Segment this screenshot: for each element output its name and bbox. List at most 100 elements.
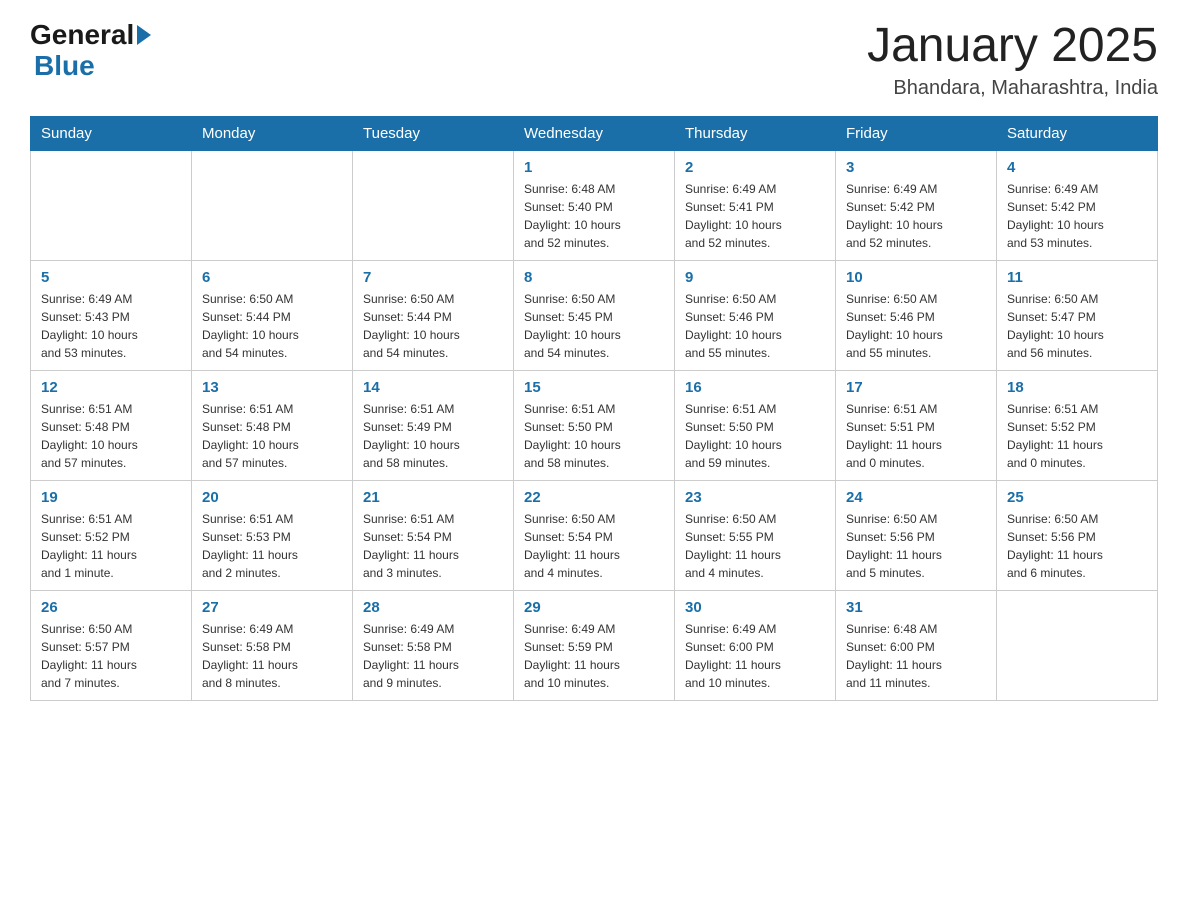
day-info: Sunrise: 6:51 AM Sunset: 5:53 PM Dayligh… (202, 510, 342, 582)
calendar-cell: 3 Sunrise: 6:49 AM Sunset: 5:42 PM Daylig… (836, 150, 997, 260)
day-info: Sunrise: 6:50 AM Sunset: 5:47 PM Dayligh… (1007, 290, 1147, 362)
day-header-sunday: Sunday (31, 116, 192, 150)
day-number: 2 (685, 159, 825, 176)
day-number: 30 (685, 599, 825, 616)
week-row-2: 5 Sunrise: 6:49 AM Sunset: 5:43 PM Daylig… (31, 260, 1158, 370)
day-info: Sunrise: 6:50 AM Sunset: 5:44 PM Dayligh… (202, 290, 342, 362)
calendar-cell: 6 Sunrise: 6:50 AM Sunset: 5:44 PM Daylig… (192, 260, 353, 370)
calendar-cell (353, 150, 514, 260)
day-info: Sunrise: 6:51 AM Sunset: 5:48 PM Dayligh… (202, 400, 342, 472)
calendar-cell: 26Sunrise: 6:50 AM Sunset: 5:57 PM Dayli… (31, 590, 192, 700)
day-info: Sunrise: 6:50 AM Sunset: 5:56 PM Dayligh… (846, 510, 986, 582)
day-info: Sunrise: 6:51 AM Sunset: 5:50 PM Dayligh… (524, 400, 664, 472)
day-number: 14 (363, 379, 503, 396)
day-info: Sunrise: 6:49 AM Sunset: 5:42 PM Dayligh… (846, 180, 986, 252)
calendar-cell: 15 Sunrise: 6:51 AM Sunset: 5:50 PM Dayli… (514, 370, 675, 480)
day-number: 11 (1007, 269, 1147, 286)
day-header-thursday: Thursday (675, 116, 836, 150)
week-row-4: 19Sunrise: 6:51 AM Sunset: 5:52 PM Dayli… (31, 480, 1158, 590)
calendar-cell: 18 Sunrise: 6:51 AM Sunset: 5:52 PM Dayli… (997, 370, 1158, 480)
day-info: Sunrise: 6:51 AM Sunset: 5:50 PM Dayligh… (685, 400, 825, 472)
calendar-cell: 28 Sunrise: 6:49 AM Sunset: 5:58 PM Dayli… (353, 590, 514, 700)
calendar-table: SundayMondayTuesdayWednesdayThursdayFrid… (30, 116, 1158, 701)
calendar-cell: 16Sunrise: 6:51 AM Sunset: 5:50 PM Dayli… (675, 370, 836, 480)
day-number: 24 (846, 489, 986, 506)
day-header-monday: Monday (192, 116, 353, 150)
day-info: Sunrise: 6:49 AM Sunset: 6:00 PM Dayligh… (685, 620, 825, 692)
day-info: Sunrise: 6:49 AM Sunset: 5:41 PM Dayligh… (685, 180, 825, 252)
logo: General Blue (30, 20, 151, 82)
day-number: 19 (41, 489, 181, 506)
calendar-cell: 31 Sunrise: 6:48 AM Sunset: 6:00 PM Dayli… (836, 590, 997, 700)
calendar-cell: 24 Sunrise: 6:50 AM Sunset: 5:56 PM Dayli… (836, 480, 997, 590)
day-number: 18 (1007, 379, 1147, 396)
calendar-cell: 13 Sunrise: 6:51 AM Sunset: 5:48 PM Dayli… (192, 370, 353, 480)
day-info: Sunrise: 6:50 AM Sunset: 5:56 PM Dayligh… (1007, 510, 1147, 582)
day-number: 25 (1007, 489, 1147, 506)
day-info: Sunrise: 6:49 AM Sunset: 5:43 PM Dayligh… (41, 290, 181, 362)
calendar-cell: 19Sunrise: 6:51 AM Sunset: 5:52 PM Dayli… (31, 480, 192, 590)
day-number: 31 (846, 599, 986, 616)
page-header: General Blue January 2025 Bhandara, Maha… (30, 20, 1158, 100)
day-info: Sunrise: 6:51 AM Sunset: 5:54 PM Dayligh… (363, 510, 503, 582)
logo-triangle-icon (137, 25, 151, 45)
week-row-3: 12 Sunrise: 6:51 AM Sunset: 5:48 PM Dayli… (31, 370, 1158, 480)
calendar-cell: 11 Sunrise: 6:50 AM Sunset: 5:47 PM Dayli… (997, 260, 1158, 370)
calendar-cell (192, 150, 353, 260)
day-number: 15 (524, 379, 664, 396)
day-number: 4 (1007, 159, 1147, 176)
day-number: 3 (846, 159, 986, 176)
day-info: Sunrise: 6:50 AM Sunset: 5:45 PM Dayligh… (524, 290, 664, 362)
calendar-cell: 22 Sunrise: 6:50 AM Sunset: 5:54 PM Dayli… (514, 480, 675, 590)
calendar-cell: 25 Sunrise: 6:50 AM Sunset: 5:56 PM Dayli… (997, 480, 1158, 590)
day-number: 8 (524, 269, 664, 286)
calendar-cell: 23Sunrise: 6:50 AM Sunset: 5:55 PM Dayli… (675, 480, 836, 590)
day-info: Sunrise: 6:48 AM Sunset: 6:00 PM Dayligh… (846, 620, 986, 692)
day-header-tuesday: Tuesday (353, 116, 514, 150)
day-number: 9 (685, 269, 825, 286)
day-info: Sunrise: 6:50 AM Sunset: 5:46 PM Dayligh… (846, 290, 986, 362)
day-number: 7 (363, 269, 503, 286)
calendar-cell: 27Sunrise: 6:49 AM Sunset: 5:58 PM Dayli… (192, 590, 353, 700)
day-info: Sunrise: 6:49 AM Sunset: 5:58 PM Dayligh… (363, 620, 503, 692)
day-number: 12 (41, 379, 181, 396)
week-row-5: 26Sunrise: 6:50 AM Sunset: 5:57 PM Dayli… (31, 590, 1158, 700)
day-header-wednesday: Wednesday (514, 116, 675, 150)
day-info: Sunrise: 6:50 AM Sunset: 5:44 PM Dayligh… (363, 290, 503, 362)
location-title: Bhandara, Maharashtra, India (867, 77, 1158, 100)
day-number: 5 (41, 269, 181, 286)
day-number: 21 (363, 489, 503, 506)
calendar-cell: 17 Sunrise: 6:51 AM Sunset: 5:51 PM Dayli… (836, 370, 997, 480)
day-number: 28 (363, 599, 503, 616)
calendar-cell: 21 Sunrise: 6:51 AM Sunset: 5:54 PM Dayli… (353, 480, 514, 590)
calendar-cell: 20Sunrise: 6:51 AM Sunset: 5:53 PM Dayli… (192, 480, 353, 590)
day-number: 13 (202, 379, 342, 396)
calendar-cell: 4 Sunrise: 6:49 AM Sunset: 5:42 PM Daylig… (997, 150, 1158, 260)
logo-blue-text: Blue (30, 51, 151, 82)
day-info: Sunrise: 6:50 AM Sunset: 5:55 PM Dayligh… (685, 510, 825, 582)
day-number: 6 (202, 269, 342, 286)
days-header-row: SundayMondayTuesdayWednesdayThursdayFrid… (31, 116, 1158, 150)
day-number: 17 (846, 379, 986, 396)
calendar-cell: 29Sunrise: 6:49 AM Sunset: 5:59 PM Dayli… (514, 590, 675, 700)
calendar-cell: 10Sunrise: 6:50 AM Sunset: 5:46 PM Dayli… (836, 260, 997, 370)
calendar-cell: 5 Sunrise: 6:49 AM Sunset: 5:43 PM Daylig… (31, 260, 192, 370)
day-info: Sunrise: 6:51 AM Sunset: 5:51 PM Dayligh… (846, 400, 986, 472)
day-info: Sunrise: 6:49 AM Sunset: 5:42 PM Dayligh… (1007, 180, 1147, 252)
day-info: Sunrise: 6:50 AM Sunset: 5:54 PM Dayligh… (524, 510, 664, 582)
week-row-1: 1 Sunrise: 6:48 AM Sunset: 5:40 PM Daylig… (31, 150, 1158, 260)
day-info: Sunrise: 6:48 AM Sunset: 5:40 PM Dayligh… (524, 180, 664, 252)
day-number: 22 (524, 489, 664, 506)
calendar-cell: 8 Sunrise: 6:50 AM Sunset: 5:45 PM Daylig… (514, 260, 675, 370)
day-number: 29 (524, 599, 664, 616)
day-info: Sunrise: 6:49 AM Sunset: 5:58 PM Dayligh… (202, 620, 342, 692)
calendar-cell: 1 Sunrise: 6:48 AM Sunset: 5:40 PM Daylig… (514, 150, 675, 260)
day-number: 1 (524, 159, 664, 176)
day-header-friday: Friday (836, 116, 997, 150)
calendar-cell: 12Sunrise: 6:51 AM Sunset: 5:48 PM Dayli… (31, 370, 192, 480)
title-block: January 2025 Bhandara, Maharashtra, Indi… (867, 20, 1158, 100)
calendar-cell: 7 Sunrise: 6:50 AM Sunset: 5:44 PM Daylig… (353, 260, 514, 370)
day-info: Sunrise: 6:51 AM Sunset: 5:52 PM Dayligh… (1007, 400, 1147, 472)
day-number: 26 (41, 599, 181, 616)
day-info: Sunrise: 6:50 AM Sunset: 5:46 PM Dayligh… (685, 290, 825, 362)
